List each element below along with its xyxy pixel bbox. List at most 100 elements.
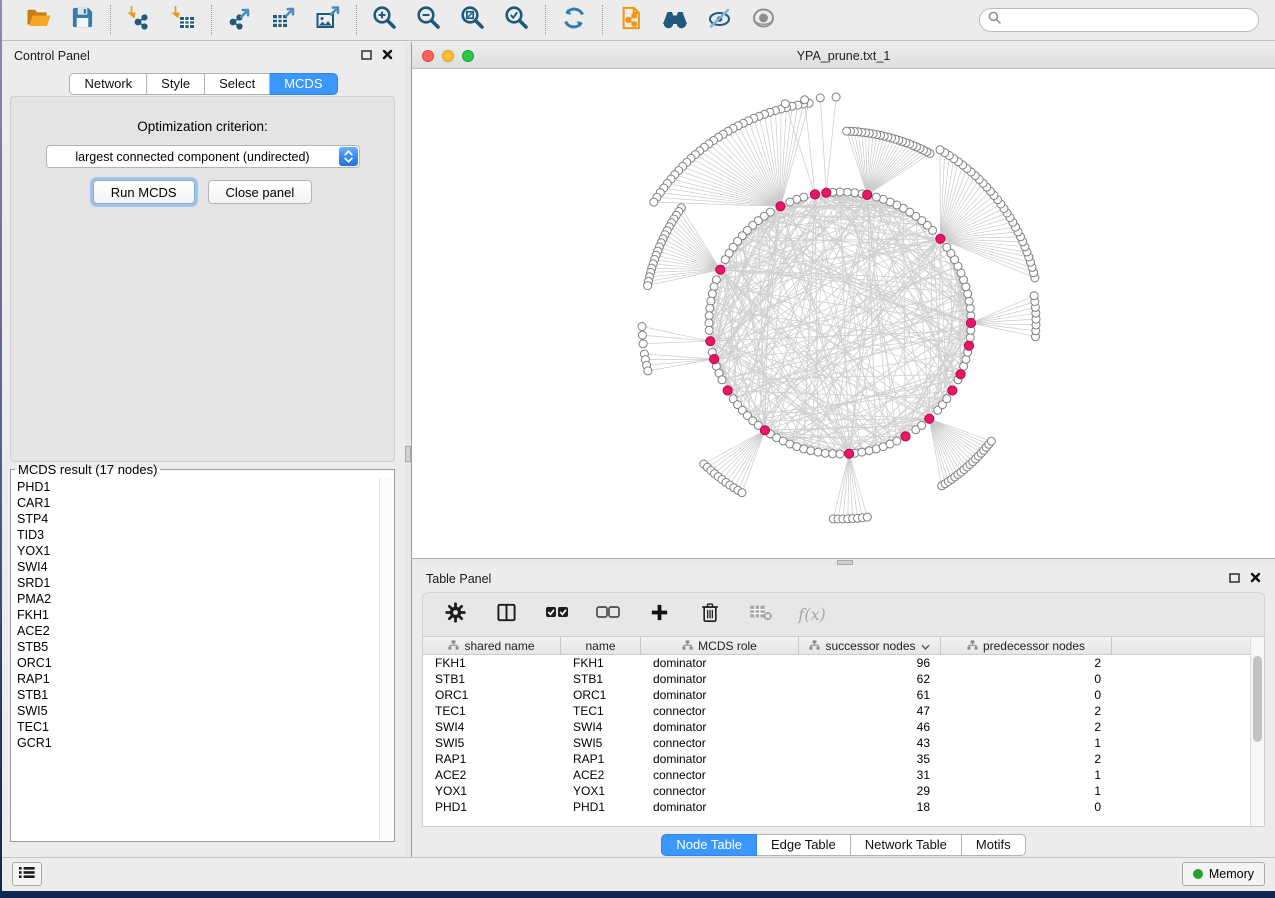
export-image-button[interactable] xyxy=(314,6,342,34)
mcds-result-scrollbar[interactable] xyxy=(379,478,393,840)
maximize-window-button[interactable] xyxy=(462,50,474,62)
hierarchy-icon xyxy=(809,639,820,653)
search-input[interactable] xyxy=(1006,12,1250,28)
select-all-button[interactable] xyxy=(545,603,569,627)
mcds-node-item[interactable]: FKH1 xyxy=(17,607,378,623)
cell-successor-nodes: 46 xyxy=(799,720,941,734)
close-panel-button[interactable]: Close panel xyxy=(208,180,313,204)
search-network-button[interactable] xyxy=(661,6,689,34)
float-panel-icon[interactable] xyxy=(361,47,372,65)
zoom-fit-button[interactable] xyxy=(459,6,487,34)
show-all-button[interactable] xyxy=(749,6,777,34)
mcds-node-item[interactable]: STB5 xyxy=(17,639,378,655)
mcds-node-item[interactable]: SWI5 xyxy=(17,703,378,719)
table-row[interactable]: RAP1RAP1dominator352 xyxy=(423,751,1264,767)
mcds-result-title: MCDS result (17 nodes) xyxy=(15,462,160,477)
gear-button[interactable] xyxy=(443,603,467,627)
column-header-MCDS-role[interactable]: MCDS role xyxy=(641,637,799,654)
mcds-node-item[interactable]: CAR1 xyxy=(17,495,378,511)
table-tab-edge-table[interactable]: Edge Table xyxy=(757,834,851,856)
scrollbar-thumb[interactable] xyxy=(1253,656,1262,742)
float-panel-icon[interactable] xyxy=(1229,570,1240,588)
mcds-node-item[interactable]: STP4 xyxy=(17,511,378,527)
desktop-wallpaper: Control Panel NetworkStyleSelectMCDS Opt… xyxy=(0,0,1275,898)
zoom-in-button[interactable] xyxy=(371,6,399,34)
table-row[interactable]: SWI5SWI5connector431 xyxy=(423,735,1264,751)
save-session-button[interactable] xyxy=(68,6,96,34)
open-file-button[interactable] xyxy=(24,6,52,34)
minimize-window-button[interactable] xyxy=(442,50,454,62)
close-panel-icon[interactable] xyxy=(1250,570,1261,588)
mcds-node-item[interactable]: GCR1 xyxy=(17,735,378,751)
table-row[interactable]: SWI4SWI4dominator462 xyxy=(423,719,1264,735)
add-row-button[interactable] xyxy=(647,603,671,627)
cell-successor-nodes: 96 xyxy=(799,656,941,670)
table-scrollbar[interactable] xyxy=(1250,637,1264,826)
table-row[interactable]: FKH1FKH1dominator962 xyxy=(423,655,1264,671)
column-header-predecessor-nodes[interactable]: predecessor nodes xyxy=(941,637,1112,654)
import-table-button[interactable] xyxy=(169,6,197,34)
columns-button[interactable] xyxy=(494,603,518,627)
control-panel-title: Control Panel xyxy=(14,49,90,63)
table-row[interactable]: ACE2ACE2connector311 xyxy=(423,767,1264,783)
deselect-all-button[interactable] xyxy=(596,603,620,627)
memory-button[interactable]: Memory xyxy=(1182,862,1265,886)
close-window-button[interactable] xyxy=(422,50,434,62)
tab-network[interactable]: Network xyxy=(69,73,147,95)
table-tab-motifs[interactable]: Motifs xyxy=(962,834,1026,856)
hide-selected-icon xyxy=(706,5,733,36)
zoom-out-button[interactable] xyxy=(415,6,443,34)
cell-MCDS-role: dominator xyxy=(641,656,799,670)
table-row[interactable]: PHD1PHD1dominator180 xyxy=(423,799,1264,815)
export-network-button[interactable] xyxy=(226,6,254,34)
column-header-successor-nodes[interactable]: successor nodes xyxy=(799,637,941,654)
refresh-layout-button[interactable] xyxy=(560,6,588,34)
mcds-node-item[interactable]: SRD1 xyxy=(17,575,378,591)
export-table-button[interactable] xyxy=(270,6,298,34)
splitter-handle[interactable] xyxy=(405,446,411,462)
import-network-button[interactable] xyxy=(125,6,153,34)
network-canvas[interactable] xyxy=(412,69,1275,558)
vertical-splitter[interactable] xyxy=(405,42,412,858)
close-panel-icon[interactable] xyxy=(382,47,393,65)
hide-selected-button[interactable] xyxy=(705,6,733,34)
column-label: name xyxy=(585,639,615,653)
cell-predecessor-nodes: 0 xyxy=(941,800,1112,814)
mcds-node-item[interactable]: ORC1 xyxy=(17,655,378,671)
mcds-node-item[interactable]: ACE2 xyxy=(17,623,378,639)
table-row[interactable]: YOX1YOX1connector291 xyxy=(423,783,1264,799)
mcds-node-item[interactable]: PMA2 xyxy=(17,591,378,607)
column-header-shared-name[interactable]: shared name xyxy=(423,637,561,654)
mcds-node-item[interactable]: SWI4 xyxy=(17,559,378,575)
cell-name: TEC1 xyxy=(561,704,641,718)
mcds-node-item[interactable]: TID3 xyxy=(17,527,378,543)
network-document-button[interactable] xyxy=(617,6,645,34)
table-row[interactable]: TEC1TEC1connector472 xyxy=(423,703,1264,719)
toolbar-group xyxy=(10,6,110,34)
delete-row-button[interactable] xyxy=(698,603,722,627)
table-row[interactable]: STB1STB1dominator620 xyxy=(423,671,1264,687)
mcds-node-item[interactable]: TEC1 xyxy=(17,719,378,735)
cell-successor-nodes: 47 xyxy=(799,704,941,718)
run-mcds-button[interactable]: Run MCDS xyxy=(93,180,195,204)
mcds-node-item[interactable]: PHD1 xyxy=(17,479,378,495)
tab-style[interactable]: Style xyxy=(147,73,205,95)
table-tab-network-table[interactable]: Network Table xyxy=(851,834,962,856)
cell-name: RAP1 xyxy=(561,752,641,766)
task-history-button[interactable] xyxy=(12,862,42,886)
search-network-icon xyxy=(661,5,689,36)
criterion-select[interactable]: largest connected component (undirected) xyxy=(46,145,360,168)
zoom-fit-icon xyxy=(460,5,486,36)
cell-predecessor-nodes: 2 xyxy=(941,720,1112,734)
table-row[interactable]: ORC1ORC1dominator610 xyxy=(423,687,1264,703)
cell-shared-name: FKH1 xyxy=(423,656,561,670)
table-tab-node-table[interactable]: Node Table xyxy=(661,834,757,856)
mcds-node-item[interactable]: YOX1 xyxy=(17,543,378,559)
mcds-node-item[interactable]: STB1 xyxy=(17,687,378,703)
column-header-name[interactable]: name xyxy=(561,637,641,654)
tab-mcds[interactable]: MCDS xyxy=(270,73,337,95)
zoom-selected-button[interactable] xyxy=(503,6,531,34)
search-box[interactable] xyxy=(979,8,1259,32)
mcds-node-item[interactable]: RAP1 xyxy=(17,671,378,687)
tab-select[interactable]: Select xyxy=(205,73,270,95)
